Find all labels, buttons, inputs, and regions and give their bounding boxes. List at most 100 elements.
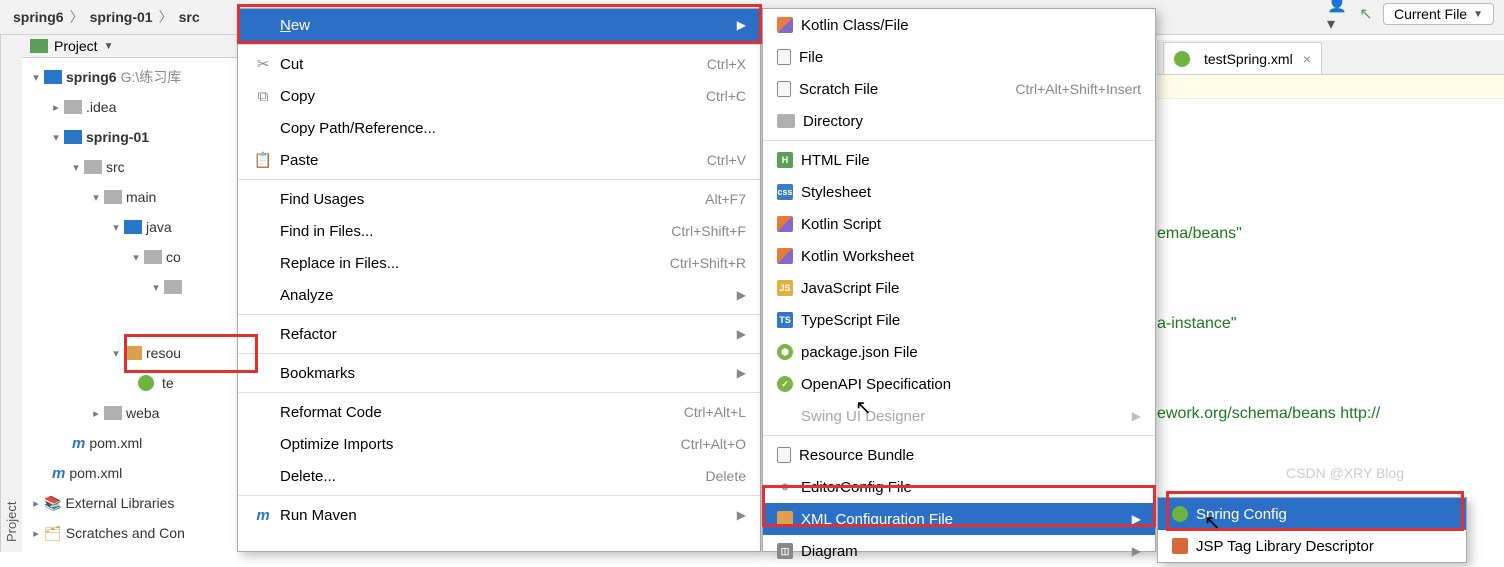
menu-item-find-in-files[interactable]: Find in Files...Ctrl+Shift+F bbox=[238, 215, 760, 247]
menu-item-kotlin-script[interactable]: Kotlin Script bbox=[763, 208, 1155, 240]
tree-row-co[interactable]: ▾co bbox=[22, 242, 256, 272]
diagram-icon: ◫ bbox=[777, 543, 793, 559]
crumb-src[interactable]: src bbox=[179, 9, 200, 25]
menu-item-kotlin-class[interactable]: Kotlin Class/File bbox=[763, 9, 1155, 41]
tree-row-idea[interactable]: ▸.idea bbox=[22, 92, 256, 122]
menu-item-analyze[interactable]: Analyze▶ bbox=[238, 279, 760, 311]
kotlin-icon bbox=[777, 17, 793, 33]
run-config-dropdown[interactable]: Current File ▼ bbox=[1383, 3, 1494, 25]
tree-row-weba[interactable]: ▸weba bbox=[22, 398, 256, 428]
context-menu-main: New▶ ✂CutCtrl+X ⧉CopyCtrl+C Copy Path/Re… bbox=[237, 8, 761, 552]
cut-icon: ✂ bbox=[252, 55, 274, 73]
module-icon bbox=[44, 70, 62, 84]
source-folder-icon bbox=[124, 220, 142, 234]
tree-row-pom1[interactable]: mpom.xml bbox=[22, 428, 256, 458]
kotlin-icon bbox=[777, 216, 793, 232]
menu-item-paste[interactable]: 📋PasteCtrl+V bbox=[238, 144, 760, 176]
bundle-icon bbox=[777, 447, 791, 463]
tab-label: testSpring.xml bbox=[1204, 51, 1293, 67]
menu-item-html[interactable]: HHTML File bbox=[763, 144, 1155, 176]
editor-tab-testspring[interactable]: testSpring.xml × bbox=[1163, 42, 1322, 74]
back-icon[interactable]: ↖ bbox=[1355, 3, 1377, 25]
spring-file-icon bbox=[138, 375, 154, 391]
project-side-tab[interactable]: Project bbox=[0, 35, 22, 552]
paste-icon: 📋 bbox=[252, 151, 274, 169]
chevron-down-icon: ▼ bbox=[1473, 9, 1483, 20]
menu-item-run-maven[interactable]: mRun Maven▶ bbox=[238, 499, 760, 531]
menu-item-reformat[interactable]: Reformat CodeCtrl+Alt+L bbox=[238, 396, 760, 428]
folder-icon bbox=[84, 160, 102, 174]
spring-file-icon bbox=[1174, 51, 1190, 67]
menu-item-openapi[interactable]: ✓OpenAPI Specification bbox=[763, 368, 1155, 400]
tree-row-scratches[interactable]: ▸🗂Scratches and Con bbox=[22, 518, 256, 548]
tree-row-te[interactable]: te bbox=[22, 368, 256, 398]
menu-item-kotlin-ws[interactable]: Kotlin Worksheet bbox=[763, 240, 1155, 272]
maven-icon: m bbox=[52, 465, 65, 482]
chevron-down-icon: ▼ bbox=[104, 41, 114, 52]
module-icon bbox=[64, 130, 82, 144]
menu-item-new[interactable]: New▶ bbox=[238, 9, 760, 41]
scratches-icon: 🗂 bbox=[44, 525, 62, 542]
menu-item-ts[interactable]: TSTypeScript File bbox=[763, 304, 1155, 336]
menu-item-pkg-json[interactable]: ⬢package.json File bbox=[763, 336, 1155, 368]
copy-icon: ⧉ bbox=[252, 88, 274, 105]
project-tree: ▾spring6G:\练习库 ▸.idea ▾spring-01 ▾src ▾m… bbox=[22, 58, 256, 552]
crumb-spring01[interactable]: spring-01 bbox=[90, 9, 153, 25]
context-menu-xml: Spring Config JSP Tag Library Descriptor bbox=[1157, 497, 1467, 563]
menu-item-file[interactable]: File bbox=[763, 41, 1155, 73]
tree-row-root[interactable]: ▾spring6G:\练习库 bbox=[22, 62, 256, 92]
tree-row-sub[interactable]: ▾ bbox=[22, 272, 256, 302]
html-icon: H bbox=[777, 152, 793, 168]
editor-tabs: testSpring.xml × bbox=[1157, 40, 1504, 75]
editor-content[interactable]: ema/beans" a-instance" ework.org/schema/… bbox=[1157, 99, 1504, 489]
tree-row-ext-lib[interactable]: ▸📚External Libraries bbox=[22, 488, 256, 518]
menu-item-spring-config[interactable]: Spring Config bbox=[1158, 498, 1466, 530]
menu-item-scratch[interactable]: Scratch FileCtrl+Alt+Shift+Insert bbox=[763, 73, 1155, 105]
menu-item-jsp-tag[interactable]: JSP Tag Library Descriptor bbox=[1158, 530, 1466, 562]
tree-row-spring01[interactable]: ▾spring-01 bbox=[22, 122, 256, 152]
menu-item-optimize[interactable]: Optimize ImportsCtrl+Alt+O bbox=[238, 428, 760, 460]
user-icon[interactable]: 👤▾ bbox=[1327, 3, 1349, 25]
folder-icon bbox=[104, 190, 122, 204]
menu-item-refactor[interactable]: Refactor▶ bbox=[238, 318, 760, 350]
run-config-label: Current File bbox=[1394, 6, 1467, 22]
library-icon: 📚 bbox=[44, 495, 61, 512]
menu-item-editorconfig[interactable]: ⚙EditorConfig File bbox=[763, 471, 1155, 503]
folder-icon bbox=[64, 100, 82, 114]
project-panel-header[interactable]: Project ▼ bbox=[22, 35, 256, 58]
editorconfig-icon: ⚙ bbox=[777, 479, 793, 495]
context-menu-new: Kotlin Class/File File Scratch FileCtrl+… bbox=[762, 8, 1156, 552]
menu-item-directory[interactable]: Directory bbox=[763, 105, 1155, 137]
crumb-spring6[interactable]: spring6 bbox=[13, 9, 64, 25]
tree-row-resources[interactable]: ▾resou bbox=[22, 338, 256, 368]
menu-item-xml-config[interactable]: XML Configuration File▶ bbox=[763, 503, 1155, 535]
crumb-sep: 〉 bbox=[159, 7, 173, 27]
menu-item-replace-in-files[interactable]: Replace in Files...Ctrl+Shift+R bbox=[238, 247, 760, 279]
tree-row-pom2[interactable]: mpom.xml bbox=[22, 458, 256, 488]
package-icon bbox=[164, 280, 182, 294]
crumb-sep: 〉 bbox=[70, 7, 84, 27]
menu-item-bookmarks[interactable]: Bookmarks▶ bbox=[238, 357, 760, 389]
xml-icon bbox=[777, 511, 793, 527]
folder-icon bbox=[104, 406, 122, 420]
menu-item-delete[interactable]: Delete...Delete bbox=[238, 460, 760, 492]
close-icon[interactable]: × bbox=[1303, 51, 1311, 67]
menu-item-cut[interactable]: ✂CutCtrl+X bbox=[238, 48, 760, 80]
folder-icon bbox=[777, 114, 795, 128]
ts-icon: TS bbox=[777, 312, 793, 328]
right-toolbar: 👤▾ ↖ Current File ▼ bbox=[1327, 3, 1494, 25]
tree-row-main[interactable]: ▾main bbox=[22, 182, 256, 212]
menu-item-swing: Swing UI Designer▶ bbox=[763, 400, 1155, 432]
menu-item-copy-path[interactable]: Copy Path/Reference... bbox=[238, 112, 760, 144]
kotlin-icon bbox=[777, 248, 793, 264]
menu-item-find-usages[interactable]: Find UsagesAlt+F7 bbox=[238, 183, 760, 215]
maven-icon: m bbox=[72, 435, 85, 452]
tree-row-src[interactable]: ▾src bbox=[22, 152, 256, 182]
tree-row-java[interactable]: ▾java bbox=[22, 212, 256, 242]
menu-item-resource-bundle[interactable]: Resource Bundle bbox=[763, 439, 1155, 471]
menu-item-stylesheet[interactable]: cssStylesheet bbox=[763, 176, 1155, 208]
menu-item-js[interactable]: JSJavaScript File bbox=[763, 272, 1155, 304]
watermark: CSDN @XRY Blog bbox=[1286, 465, 1404, 481]
menu-item-copy[interactable]: ⧉CopyCtrl+C bbox=[238, 80, 760, 112]
menu-item-diagram[interactable]: ◫Diagram▶ bbox=[763, 535, 1155, 567]
